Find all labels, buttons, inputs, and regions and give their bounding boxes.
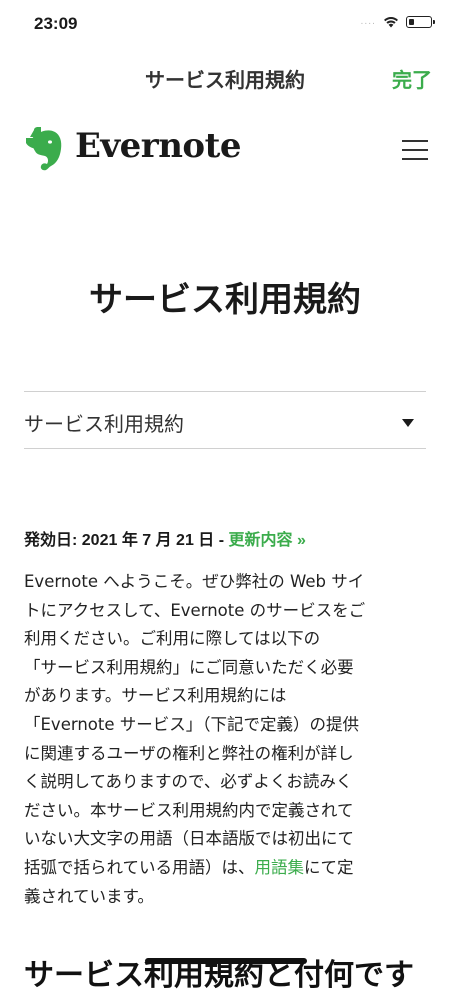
nav-title: サービス利用規約 <box>145 68 305 92</box>
wifi-icon <box>384 17 398 28</box>
effective-date: 発効日: 2021 年 7 月 21 日 - 更新内容 » <box>24 526 306 550</box>
paragraph-text: 括弧で括られている用語）は、 <box>24 857 255 877</box>
paragraph-line: く説明してありますので、必ずよくお読みく <box>24 772 353 792</box>
dropdown-selected-value: サービス利用規約 <box>24 412 184 436</box>
paragraph-line: 利用ください。ご利用に際しては以下の <box>24 629 321 649</box>
paragraph-line: 義されています。 <box>24 886 154 906</box>
paragraph-line: いない大文字の用語（日本語版では初出にて <box>24 829 354 849</box>
status-indicators: .... <box>360 16 435 28</box>
status-time: 23:09 <box>34 14 78 33</box>
page-title: サービス利用規約 <box>89 280 361 320</box>
site-header: Evernote <box>24 124 428 176</box>
paragraph-line: に関連するユーザの権利と弊社の権利が詳し <box>24 743 354 763</box>
paragraph-line: トにアクセスして、Evernote のサービスをご <box>24 600 366 620</box>
paragraph-text: にて定 <box>304 857 354 877</box>
caret-down-icon <box>402 419 414 427</box>
paragraph-line: 「サービス利用規約」にご同意いただく必要 <box>24 657 354 677</box>
paragraph-line: があります。サービス利用規約には <box>24 686 287 706</box>
paragraph-line: Evernote へようこそ。ぜひ弊社の Web サイ <box>24 572 365 591</box>
paragraph-line-with-link: 括弧で括られている用語）は、用語集にて定 <box>24 854 428 883</box>
hamburger-menu-icon[interactable] <box>402 140 428 160</box>
changes-link[interactable]: 更新内容 » <box>229 532 306 549</box>
paragraph-line: ださい。本サービス利用規約内で定義されて <box>24 800 354 820</box>
effective-date-text: 発効日: 2021 年 7 月 21 日 - <box>24 532 229 549</box>
section-heading: サービス利用規約と付何です <box>24 958 414 993</box>
done-button[interactable]: 完了 <box>392 64 432 93</box>
cellular-signal-icon: .... <box>360 17 376 27</box>
brand-wordmark[interactable]: Evernote <box>75 126 241 166</box>
status-bar: 23:09 .... <box>0 0 450 44</box>
paragraph-line: 「Evernote サービス」（下記で定義）の提供 <box>24 714 360 734</box>
evernote-elephant-icon[interactable] <box>24 126 64 172</box>
home-indicator[interactable] <box>145 958 307 964</box>
glossary-link[interactable]: 用語集 <box>255 858 305 877</box>
intro-paragraph: Evernote へようこそ。ぜひ弊社の Web サイ トにアクセスして、Eve… <box>24 568 428 911</box>
nav-bar: サービス利用規約 完了 <box>0 58 450 98</box>
section-dropdown[interactable]: サービス利用規約 <box>24 391 426 449</box>
battery-icon <box>406 16 435 28</box>
